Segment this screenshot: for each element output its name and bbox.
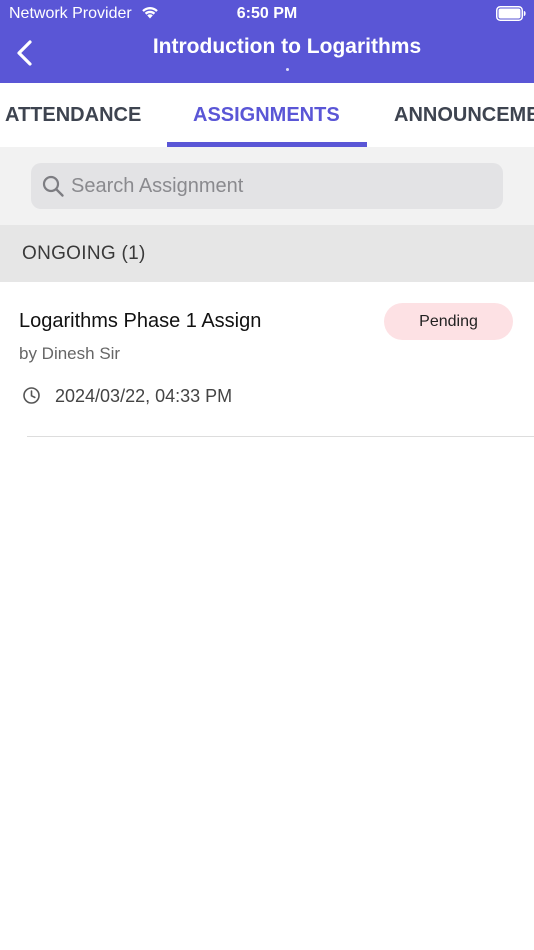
search-area <box>0 147 534 225</box>
clock-icon <box>23 387 40 404</box>
list-divider <box>27 436 534 437</box>
page-title: Introduction to Logarithms <box>152 35 422 58</box>
section-header-ongoing: ONGOING (1) <box>0 225 534 282</box>
battery-icon <box>496 6 526 21</box>
status-bar: Network Provider 6:50 PM <box>0 0 534 28</box>
tab-announcements[interactable]: ANNOUNCEMENTS <box>394 83 534 147</box>
assignment-author: by Dinesh Sir <box>19 344 121 363</box>
assignment-item[interactable]: Logarithms Phase 1 Assign Pending by Din… <box>0 282 534 438</box>
status-time: 6:50 PM <box>236 5 298 22</box>
tab-assignments[interactable]: ASSIGNMENTS <box>193 83 340 147</box>
section-title: ONGOING (1) <box>22 243 146 264</box>
tab-attendance[interactable]: ATTENDANCE <box>5 83 141 147</box>
assignment-datetime: 2024/03/22, 04:33 PM <box>55 386 233 406</box>
status-badge: Pending <box>384 303 513 340</box>
assignment-title: Logarithms Phase 1 Assign <box>19 310 262 332</box>
app-header: Network Provider 6:50 PM Introduction to… <box>0 0 534 83</box>
tab-bar: ATTENDANCE ASSIGNMENTS ANNOUNCEMENTS <box>0 83 534 147</box>
search-bar[interactable] <box>31 163 503 209</box>
search-icon <box>42 175 64 197</box>
search-input[interactable] <box>71 163 491 209</box>
title-indicator-dot <box>286 68 289 71</box>
